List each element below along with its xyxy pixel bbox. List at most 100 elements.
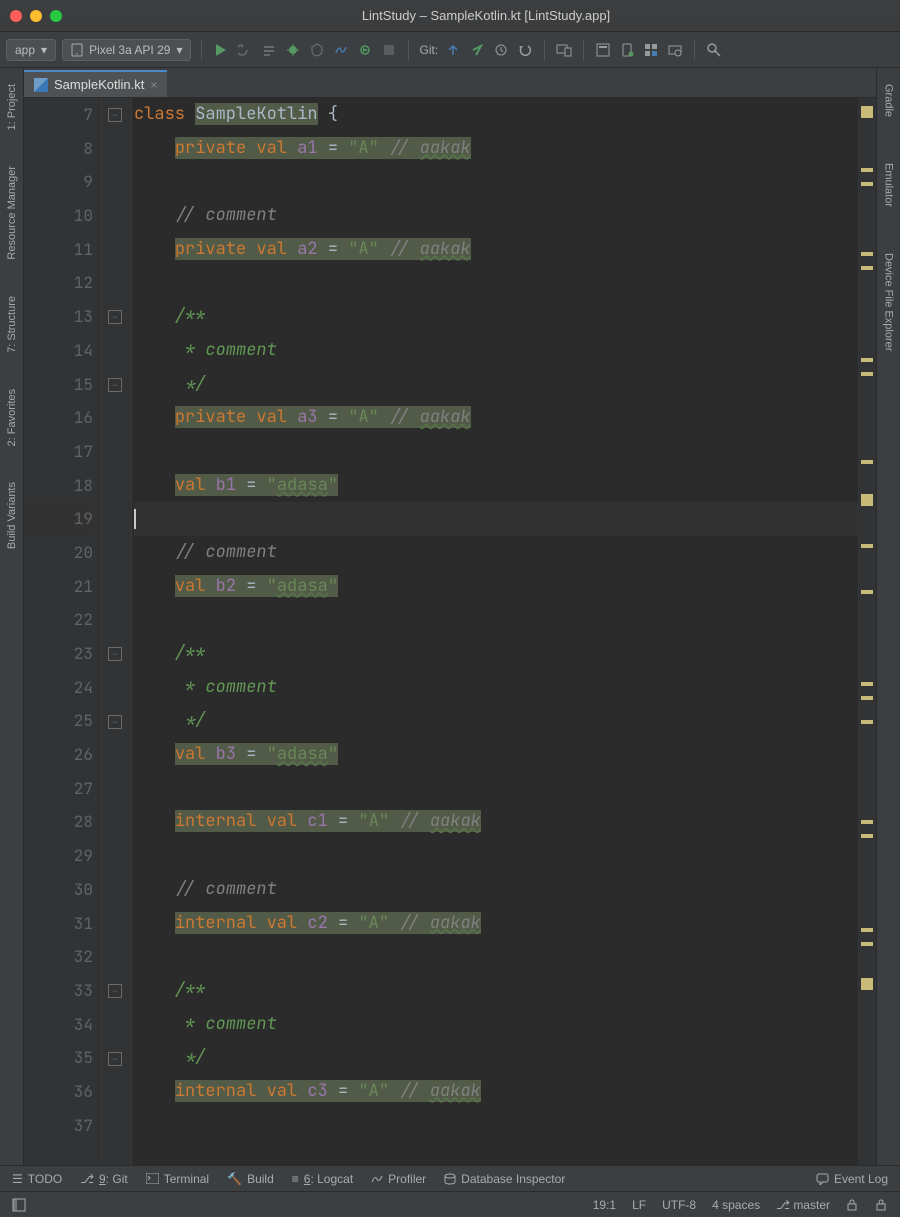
code-line[interactable]: val b3 = "adasa" (134, 738, 858, 772)
line-number[interactable]: 22 (24, 603, 93, 637)
code-line[interactable] (134, 266, 858, 300)
close-icon[interactable] (10, 10, 22, 22)
fold-toggle-icon[interactable]: − (108, 647, 122, 661)
device-selector[interactable]: Pixel 3a API 29 ▾ (62, 39, 191, 61)
line-number[interactable]: 13 (24, 300, 93, 334)
fold-toggle-icon[interactable]: − (108, 378, 122, 392)
event-log-tool[interactable]: Event Log (816, 1172, 888, 1186)
code-line[interactable]: private val a3 = "A" // aakak (134, 401, 858, 435)
code-line[interactable]: /** (134, 300, 858, 334)
layout-inspector-icon[interactable] (666, 41, 684, 59)
attach-debugger-icon[interactable] (356, 41, 374, 59)
caret-position[interactable]: 19:1 (593, 1198, 616, 1212)
line-number[interactable]: 32 (24, 940, 93, 974)
line-number[interactable]: 10 (24, 199, 93, 233)
line-number[interactable]: 36 (24, 1075, 93, 1109)
code-line[interactable]: internal val c1 = "A" // aakak (134, 805, 858, 839)
tool-build-variants[interactable]: Build Variants (4, 474, 20, 557)
line-number[interactable]: 35 (24, 1041, 93, 1075)
line-number[interactable]: 30 (24, 873, 93, 907)
code-line[interactable]: private val a2 = "A" // aakak (134, 233, 858, 267)
lock-icon[interactable] (846, 1199, 858, 1211)
fold-gutter[interactable]: − − − − − − − (102, 98, 132, 1165)
tool-favorites[interactable]: 2: Favorites (4, 381, 20, 454)
code-line[interactable] (134, 839, 858, 873)
code-line[interactable]: */ (134, 368, 858, 402)
file-encoding[interactable]: UTF-8 (662, 1198, 696, 1212)
line-number[interactable]: 7 (24, 98, 93, 132)
code-line[interactable]: val b1 = "adasa" (134, 469, 858, 503)
line-number[interactable]: 27 (24, 772, 93, 806)
fold-toggle-icon[interactable]: − (108, 984, 122, 998)
tool-resource-manager[interactable]: Resource Manager (4, 158, 20, 268)
logcat-tool[interactable]: ≡6: Logcat (292, 1172, 353, 1186)
stop-icon[interactable] (380, 41, 398, 59)
run-icon[interactable] (212, 41, 230, 59)
fold-toggle-icon[interactable]: − (108, 310, 122, 324)
tab-samplekotlin[interactable]: SampleKotlin.kt × (24, 70, 167, 97)
code-line[interactable]: private val a1 = "A" // aakak (134, 132, 858, 166)
minimize-icon[interactable] (30, 10, 42, 22)
line-number[interactable]: 12 (24, 266, 93, 300)
close-icon[interactable]: × (150, 78, 157, 92)
error-stripe[interactable] (858, 98, 876, 1165)
apply-code-changes-icon[interactable] (260, 41, 278, 59)
code-line[interactable]: internal val c2 = "A" // aakak (134, 907, 858, 941)
git-update-icon[interactable] (444, 41, 462, 59)
tool-structure[interactable]: 7: Structure (4, 288, 20, 361)
indent-setting[interactable]: 4 spaces (712, 1198, 760, 1212)
fold-toggle-icon[interactable]: − (108, 108, 122, 122)
profiler-icon[interactable] (332, 41, 350, 59)
line-number[interactable]: 14 (24, 334, 93, 368)
tool-device-file-explorer[interactable]: Device File Explorer (881, 245, 897, 359)
line-number[interactable]: 25 (24, 704, 93, 738)
terminal-tool[interactable]: Terminal (146, 1172, 209, 1186)
code-line[interactable] (134, 940, 858, 974)
avd-manager-icon[interactable] (555, 41, 573, 59)
inspector-icon[interactable] (874, 1198, 888, 1212)
line-number[interactable]: 17 (24, 435, 93, 469)
code-line[interactable] (134, 165, 858, 199)
line-number[interactable]: 26 (24, 738, 93, 772)
fold-toggle-icon[interactable]: − (108, 715, 122, 729)
database-inspector-tool[interactable]: Database Inspector (444, 1172, 565, 1186)
line-gutter[interactable]: 7891011121314151617181920212223242526272… (24, 98, 102, 1165)
line-number[interactable]: 9 (24, 165, 93, 199)
code-line[interactable]: // comment (134, 199, 858, 233)
code-line[interactable]: /** (134, 974, 858, 1008)
tool-project[interactable]: 1: Project (4, 76, 20, 138)
code-line[interactable]: class SampleKotlin { (134, 98, 858, 132)
line-number[interactable]: 28 (24, 805, 93, 839)
code-line[interactable]: * comment (134, 1008, 858, 1042)
code-line[interactable] (134, 435, 858, 469)
line-number[interactable]: 20 (24, 536, 93, 570)
tool-gradle[interactable]: Gradle (881, 76, 897, 125)
line-number[interactable]: 33 (24, 974, 93, 1008)
line-number[interactable]: 11 (24, 233, 93, 267)
maximize-icon[interactable] (50, 10, 62, 22)
git-tool[interactable]: ⎇9: Git (80, 1172, 128, 1186)
tool-windows-icon[interactable] (12, 1198, 26, 1212)
code-line[interactable] (134, 603, 858, 637)
line-number[interactable]: 18 (24, 469, 93, 503)
code-line[interactable]: val b2 = "adasa" (134, 570, 858, 604)
code-line[interactable] (134, 502, 858, 536)
todo-tool[interactable]: ☰TODO (12, 1172, 62, 1186)
line-number[interactable]: 29 (24, 839, 93, 873)
git-rollback-icon[interactable] (516, 41, 534, 59)
fold-toggle-icon[interactable]: − (108, 1052, 122, 1066)
code-line[interactable]: // comment (134, 536, 858, 570)
line-number[interactable]: 19 (24, 502, 93, 536)
code-line[interactable]: */ (134, 704, 858, 738)
line-number[interactable]: 31 (24, 907, 93, 941)
git-branch[interactable]: ⎇ master (776, 1198, 830, 1212)
line-number[interactable]: 21 (24, 570, 93, 604)
line-separator[interactable]: LF (632, 1198, 646, 1212)
coverage-icon[interactable] (308, 41, 326, 59)
code-line[interactable]: /** (134, 637, 858, 671)
line-number[interactable]: 37 (24, 1109, 93, 1143)
debug-icon[interactable] (284, 41, 302, 59)
device-manager-icon[interactable] (618, 41, 636, 59)
code-line[interactable]: // comment (134, 873, 858, 907)
code-line[interactable]: internal val c3 = "A" // aakak (134, 1075, 858, 1109)
